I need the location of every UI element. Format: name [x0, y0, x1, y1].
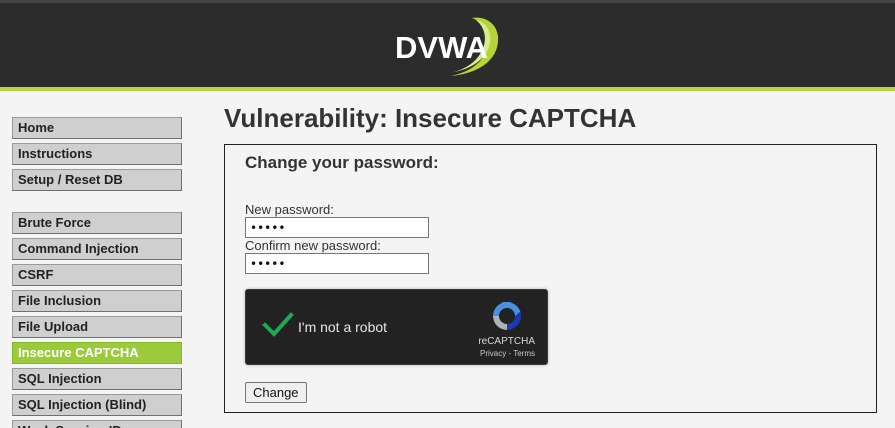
recaptcha-widget: I'm not a robot reCAPTCHA Privacy - Term…	[245, 289, 548, 365]
sidebar-item-insecure-captcha[interactable]: Insecure CAPTCHA	[12, 342, 182, 364]
recaptcha-label: I'm not a robot	[298, 319, 388, 335]
sidebar-item-csrf[interactable]: CSRF	[12, 264, 182, 286]
header-accent-stripe	[0, 87, 895, 91]
confirm-password-label: Confirm new password:	[245, 238, 381, 253]
site-header: DVWA	[0, 0, 895, 87]
privacy-link[interactable]: Privacy	[480, 349, 506, 358]
logo-text: DVWA	[395, 30, 488, 65]
sidebar-item-sql-injection[interactable]: SQL Injection	[12, 368, 182, 390]
dvwa-logo[interactable]: DVWA	[392, 14, 504, 80]
sidebar-item-command-injection[interactable]: Command Injection	[12, 238, 182, 260]
password-change-panel: Change your password: New password: Conf…	[224, 144, 877, 413]
sidebar-item-sql-injection-blind[interactable]: SQL Injection (Blind)	[12, 394, 182, 416]
sidebar-item-file-inclusion[interactable]: File Inclusion	[12, 290, 182, 312]
recaptcha-links: Privacy - Terms	[480, 349, 535, 358]
page-title: Vulnerability: Insecure CAPTCHA	[224, 103, 637, 133]
sidebar-item-setup-reset-db[interactable]: Setup / Reset DB	[12, 169, 182, 191]
sidebar-item-brute-force[interactable]: Brute Force	[12, 212, 182, 234]
confirm-password-input[interactable]	[245, 253, 429, 274]
terms-link[interactable]: Terms	[513, 349, 535, 358]
form-heading: Change your password:	[245, 153, 439, 172]
new-password-input[interactable]	[245, 217, 429, 238]
new-password-label: New password:	[245, 202, 334, 217]
sidebar-item-weak-session-ids[interactable]: Weak Session IDs	[12, 420, 182, 428]
sidebar-item-instructions[interactable]: Instructions	[12, 143, 182, 165]
recaptcha-logo-icon	[493, 302, 521, 330]
links-separator: -	[508, 349, 512, 358]
change-button[interactable]: Change	[245, 382, 307, 403]
sidebar-item-file-upload[interactable]: File Upload	[12, 316, 182, 338]
sidebar-nav: Home Instructions Setup / Reset DB Brute Fo…	[12, 117, 182, 428]
nav-group-spacer	[12, 195, 182, 212]
recaptcha-brand: reCAPTCHA	[478, 336, 535, 347]
checkmark-icon[interactable]	[262, 312, 294, 338]
sidebar-item-home[interactable]: Home	[12, 117, 182, 139]
